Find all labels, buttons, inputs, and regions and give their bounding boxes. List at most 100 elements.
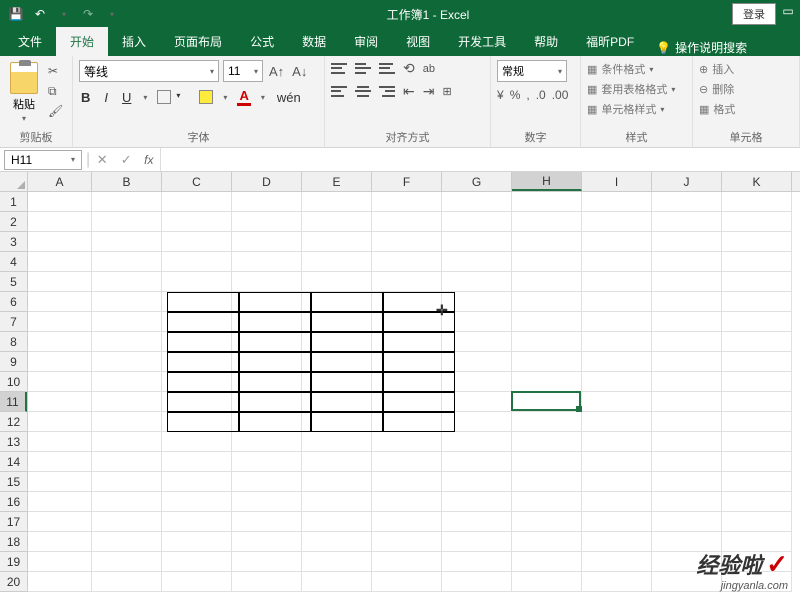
cell[interactable] [372,252,442,272]
cell[interactable] [722,452,792,472]
cell[interactable] [512,192,582,212]
cell[interactable] [582,512,652,532]
cell[interactable] [652,312,722,332]
cell[interactable] [582,552,652,572]
cell[interactable] [232,432,302,452]
cell[interactable] [582,452,652,472]
cell[interactable] [512,352,582,372]
column-header[interactable]: B [92,172,162,191]
cell[interactable] [722,492,792,512]
cell[interactable] [582,472,652,492]
cell[interactable] [232,472,302,492]
row-header[interactable]: 12 [0,412,27,432]
cell[interactable] [512,572,582,592]
tab-file[interactable]: 文件 [4,27,56,56]
cell[interactable] [92,432,162,452]
cell[interactable] [512,252,582,272]
fx-button[interactable]: fx [138,153,159,167]
cell[interactable] [92,452,162,472]
cell[interactable] [28,312,92,332]
border-button[interactable] [157,90,171,104]
cell[interactable] [302,552,372,572]
cell[interactable] [162,472,232,492]
cell[interactable] [372,492,442,512]
font-color-button[interactable]: A [237,88,250,106]
cut-icon[interactable]: ✂ [48,64,64,78]
cell[interactable] [512,492,582,512]
cell[interactable] [92,212,162,232]
cell[interactable] [582,572,652,592]
cell[interactable] [28,252,92,272]
cell[interactable] [652,392,722,412]
cell[interactable] [652,372,722,392]
cell[interactable] [92,572,162,592]
row-header[interactable]: 18 [0,532,27,552]
cell[interactable] [722,392,792,412]
row-header[interactable]: 9 [0,352,27,372]
phonetic-button[interactable]: wén [275,90,303,105]
row-header[interactable]: 6 [0,292,27,312]
format-painter-icon[interactable]: 🖌 [48,104,64,118]
cell[interactable] [92,252,162,272]
cell[interactable] [372,232,442,252]
cell[interactable] [232,232,302,252]
cell[interactable] [512,312,582,332]
cell[interactable] [512,232,582,252]
cell[interactable] [232,452,302,472]
cell[interactable] [302,232,372,252]
undo-icon[interactable]: ↶ [32,6,48,22]
insert-cells-button[interactable]: ⊕ 插入 [699,60,734,78]
cell[interactable] [372,212,442,232]
paste-button[interactable]: 粘贴 ▾ [6,60,42,125]
cell[interactable] [512,472,582,492]
cell[interactable] [302,192,372,212]
cell[interactable] [372,572,442,592]
cell[interactable] [92,392,162,412]
cell[interactable] [652,472,722,492]
decrease-font-icon[interactable]: A↓ [290,64,309,79]
tab-review[interactable]: 审阅 [340,27,392,56]
cell[interactable] [92,332,162,352]
cell[interactable] [232,552,302,572]
row-header[interactable]: 3 [0,232,27,252]
cell[interactable] [582,492,652,512]
select-all-button[interactable] [0,172,28,192]
wrap-text-button[interactable]: ab [423,63,435,75]
cell[interactable] [512,512,582,532]
cell[interactable] [722,332,792,352]
cell[interactable] [92,232,162,252]
cell[interactable] [582,332,652,352]
cell[interactable] [442,232,512,252]
column-header[interactable]: J [652,172,722,191]
cell[interactable] [302,512,372,532]
cell[interactable] [232,212,302,232]
cell[interactable] [372,192,442,212]
row-header[interactable]: 10 [0,372,27,392]
cell[interactable] [442,252,512,272]
cell[interactable] [582,272,652,292]
cell[interactable] [652,232,722,252]
cell[interactable] [302,432,372,452]
cell[interactable] [28,452,92,472]
tab-view[interactable]: 视图 [392,27,444,56]
cell[interactable] [372,552,442,572]
cell[interactable] [442,552,512,572]
delete-cells-button[interactable]: ⊖ 删除 [699,80,734,98]
cell[interactable] [92,552,162,572]
cell[interactable] [162,252,232,272]
column-header[interactable]: C [162,172,232,191]
cell[interactable] [722,512,792,532]
cell[interactable] [162,232,232,252]
number-format-select[interactable]: 常规▾ [497,60,567,82]
italic-button[interactable]: I [102,90,110,105]
cell[interactable] [28,352,92,372]
cell[interactable] [162,452,232,472]
cell[interactable] [722,432,792,452]
cell[interactable] [162,492,232,512]
fill-color-button[interactable] [199,90,213,104]
row-header[interactable]: 5 [0,272,27,292]
tab-developer[interactable]: 开发工具 [444,27,520,56]
cell[interactable] [92,312,162,332]
cell[interactable] [372,532,442,552]
tab-insert[interactable]: 插入 [108,27,160,56]
